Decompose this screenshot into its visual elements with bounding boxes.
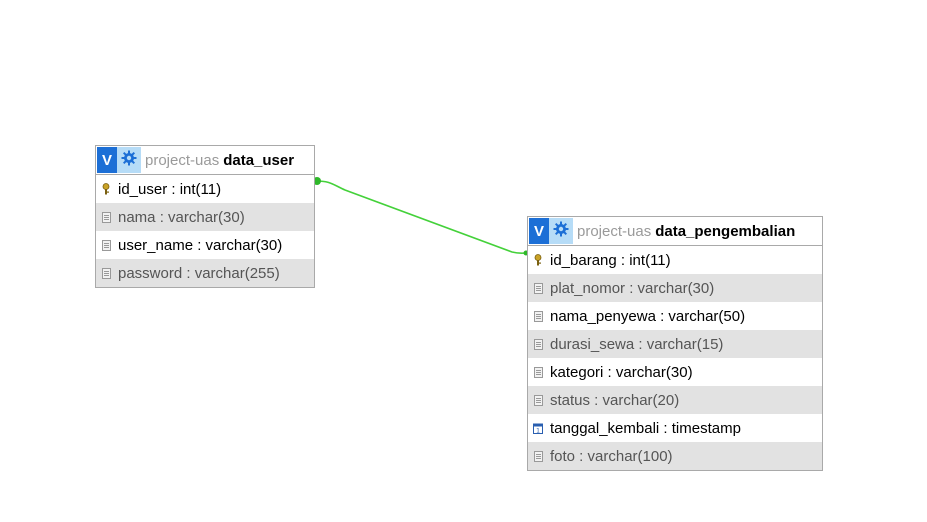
column-label: nama : varchar(30) xyxy=(118,208,245,226)
table-options-button[interactable] xyxy=(117,147,141,173)
column-icon xyxy=(533,394,543,406)
column-icon xyxy=(533,450,543,462)
timestamp-icon: 1 xyxy=(533,422,543,434)
column-label: tanggal_kembali : timestamp xyxy=(550,419,741,437)
primary-key-icon xyxy=(533,254,543,266)
column-label: kategori : varchar(30) xyxy=(550,363,693,381)
column-icon xyxy=(533,282,543,294)
column-row[interactable]: nama_penyewa : varchar(50) xyxy=(528,302,822,330)
column-label: foto : varchar(100) xyxy=(550,447,673,465)
column-row[interactable]: durasi_sewa : varchar(15) xyxy=(528,330,822,358)
column-label: password : varchar(255) xyxy=(118,264,280,282)
column-icon xyxy=(533,366,543,378)
table-header[interactable]: V xyxy=(96,146,314,175)
column-label: plat_nomor : varchar(30) xyxy=(550,279,715,297)
table-name[interactable]: data_pengembalian xyxy=(655,223,795,240)
column-row[interactable]: 1 tanggal_kembali : timestamp xyxy=(528,414,822,442)
column-label: id_user : int(11) xyxy=(118,180,222,198)
column-row[interactable]: id_barang : int(11) xyxy=(528,246,822,274)
column-row[interactable]: id_user : int(11) xyxy=(96,175,314,203)
database-name: project-uas xyxy=(145,151,220,169)
database-name: project-uas xyxy=(577,222,652,240)
table-data-pengembalian[interactable]: V project-uas data_pengembalian id_baran… xyxy=(527,216,823,471)
column-row[interactable]: status : varchar(20) xyxy=(528,386,822,414)
primary-key-icon xyxy=(101,183,111,195)
column-label: status : varchar(20) xyxy=(550,391,680,409)
column-row[interactable]: foto : varchar(100) xyxy=(528,442,822,470)
gear-icon xyxy=(553,221,569,242)
column-row[interactable]: user_name : varchar(30) xyxy=(96,231,314,259)
column-icon xyxy=(101,211,111,223)
column-icon xyxy=(533,310,543,322)
column-icon xyxy=(101,239,111,251)
table-data-user[interactable]: V project-uas data_user id_user: int(11… xyxy=(95,145,315,288)
column-row[interactable]: nama : varchar(30) xyxy=(96,203,314,231)
column-label: nama_penyewa : varchar(50) xyxy=(550,307,746,325)
column-label: durasi_sewa : varchar(15) xyxy=(550,335,724,353)
table-name[interactable]: data_user xyxy=(223,152,294,169)
column-row[interactable]: kategori : varchar(30) xyxy=(528,358,822,386)
table-options-button[interactable] xyxy=(549,218,573,244)
column-label: id_barang : int(11) xyxy=(550,251,671,269)
column-icon xyxy=(533,338,543,350)
toggle-columns-button[interactable]: V xyxy=(97,147,117,173)
gear-icon xyxy=(121,150,137,171)
table-header[interactable]: V xyxy=(528,217,822,246)
column-row[interactable]: password : varchar(255) xyxy=(96,259,314,287)
column-label: user_name : varchar(30) xyxy=(118,236,283,254)
relation-line[interactable] xyxy=(315,180,529,255)
designer-canvas[interactable]: V project-uas data_user id_user: int(11… xyxy=(0,0,927,522)
column-row[interactable]: plat_nomor : varchar(30) xyxy=(528,274,822,302)
toggle-columns-button[interactable]: V xyxy=(529,218,549,244)
svg-text:1: 1 xyxy=(536,427,540,434)
column-icon xyxy=(101,267,111,279)
